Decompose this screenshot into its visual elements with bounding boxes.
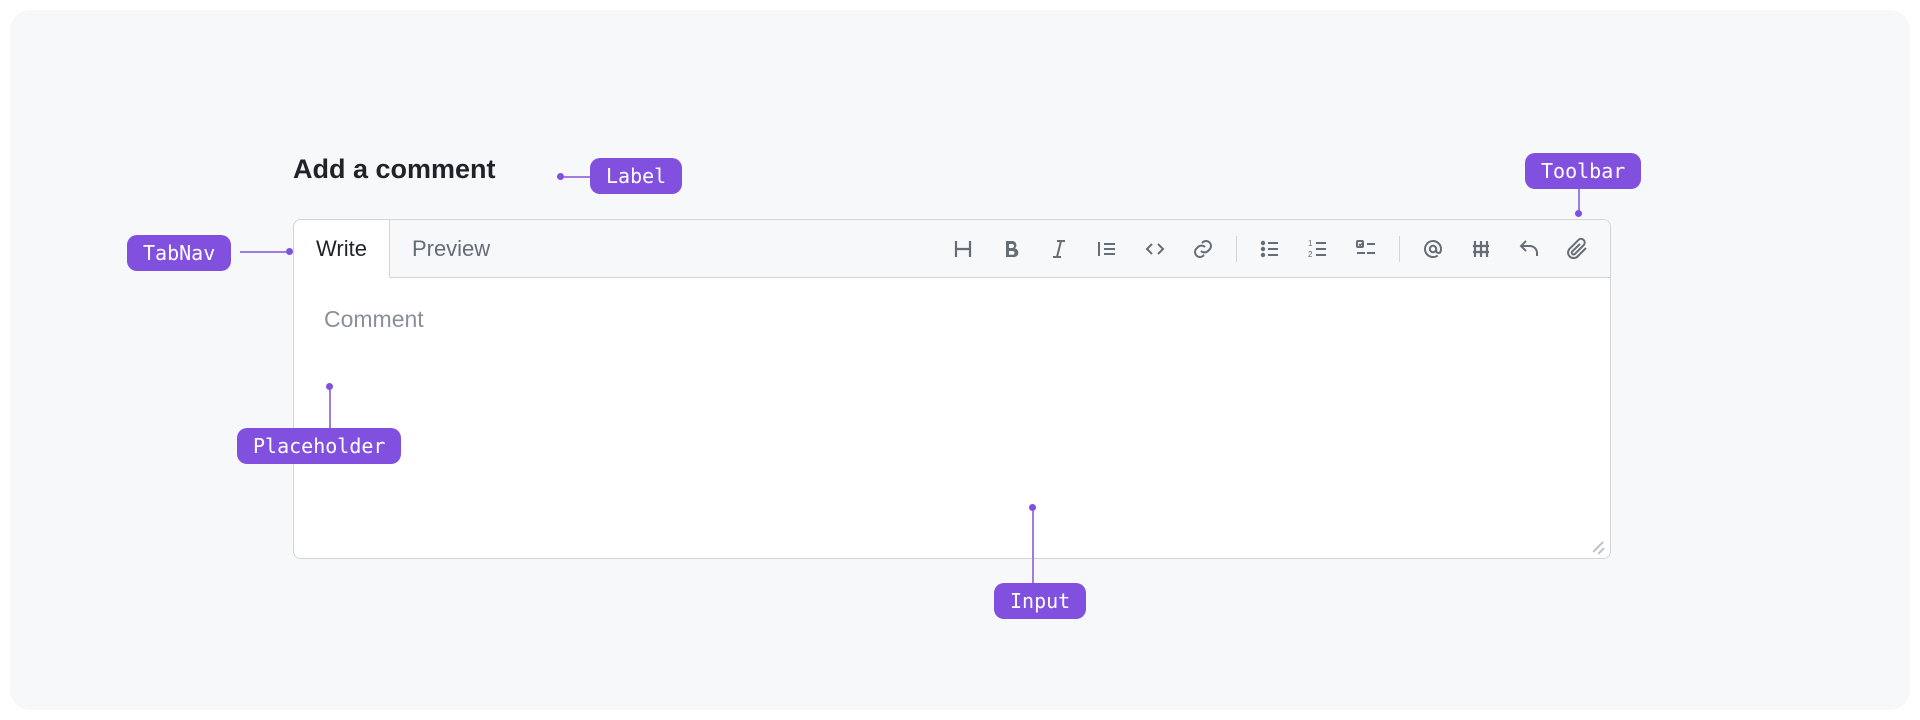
mention-button[interactable] [1410, 226, 1456, 272]
annotation-placeholder: Placeholder [237, 428, 401, 464]
annotation-tabnav: TabNav [127, 235, 231, 271]
italic-button[interactable] [1036, 226, 1082, 272]
reply-button[interactable] [1506, 226, 1552, 272]
annotation-connector [564, 176, 590, 178]
unordered-list-button[interactable] [1247, 226, 1293, 272]
annotation-connector [1578, 188, 1580, 210]
tab-nav: Write Preview [294, 220, 1610, 278]
toolbar-divider [1399, 236, 1400, 262]
link-icon [1191, 237, 1215, 261]
reference-icon [1469, 237, 1493, 261]
annotation-dot [1575, 210, 1582, 217]
annotation-connector [329, 390, 331, 428]
comment-input[interactable] [294, 278, 1610, 559]
task-list-icon [1354, 237, 1378, 261]
annotation-dot [326, 383, 333, 390]
ordered-list-button[interactable]: 12 [1295, 226, 1341, 272]
ordered-list-icon: 12 [1306, 237, 1330, 261]
annotation-connector [240, 251, 286, 253]
markdown-toolbar: 12 [930, 220, 1610, 277]
comment-box: Write Preview [293, 219, 1611, 559]
bold-icon [999, 237, 1023, 261]
reply-icon [1517, 237, 1541, 261]
annotation-toolbar: Toolbar [1525, 153, 1641, 189]
canvas: Add a comment Write Preview [10, 10, 1910, 710]
annotation-dot [557, 173, 564, 180]
heading-icon [951, 237, 975, 261]
annotation-label: Label [590, 158, 682, 194]
quote-icon [1095, 237, 1119, 261]
code-button[interactable] [1132, 226, 1178, 272]
svg-text:1: 1 [1308, 239, 1313, 248]
annotation-connector [1032, 511, 1034, 583]
code-icon [1143, 237, 1167, 261]
attach-button[interactable] [1554, 226, 1600, 272]
tab-preview[interactable]: Preview [390, 220, 513, 277]
annotation-input: Input [994, 583, 1086, 619]
reference-button[interactable] [1458, 226, 1504, 272]
task-list-button[interactable] [1343, 226, 1389, 272]
svg-text:2: 2 [1308, 250, 1313, 259]
annotation-dot [286, 248, 293, 255]
unordered-list-icon [1258, 237, 1282, 261]
mention-icon [1421, 237, 1445, 261]
link-button[interactable] [1180, 226, 1226, 272]
italic-icon [1047, 237, 1071, 261]
page-title: Add a comment [293, 154, 496, 185]
bold-button[interactable] [988, 226, 1034, 272]
quote-button[interactable] [1084, 226, 1130, 272]
heading-button[interactable] [940, 226, 986, 272]
toolbar-divider [1236, 236, 1237, 262]
annotation-dot [1029, 504, 1036, 511]
attach-icon [1565, 237, 1589, 261]
tab-write[interactable]: Write [294, 220, 390, 278]
